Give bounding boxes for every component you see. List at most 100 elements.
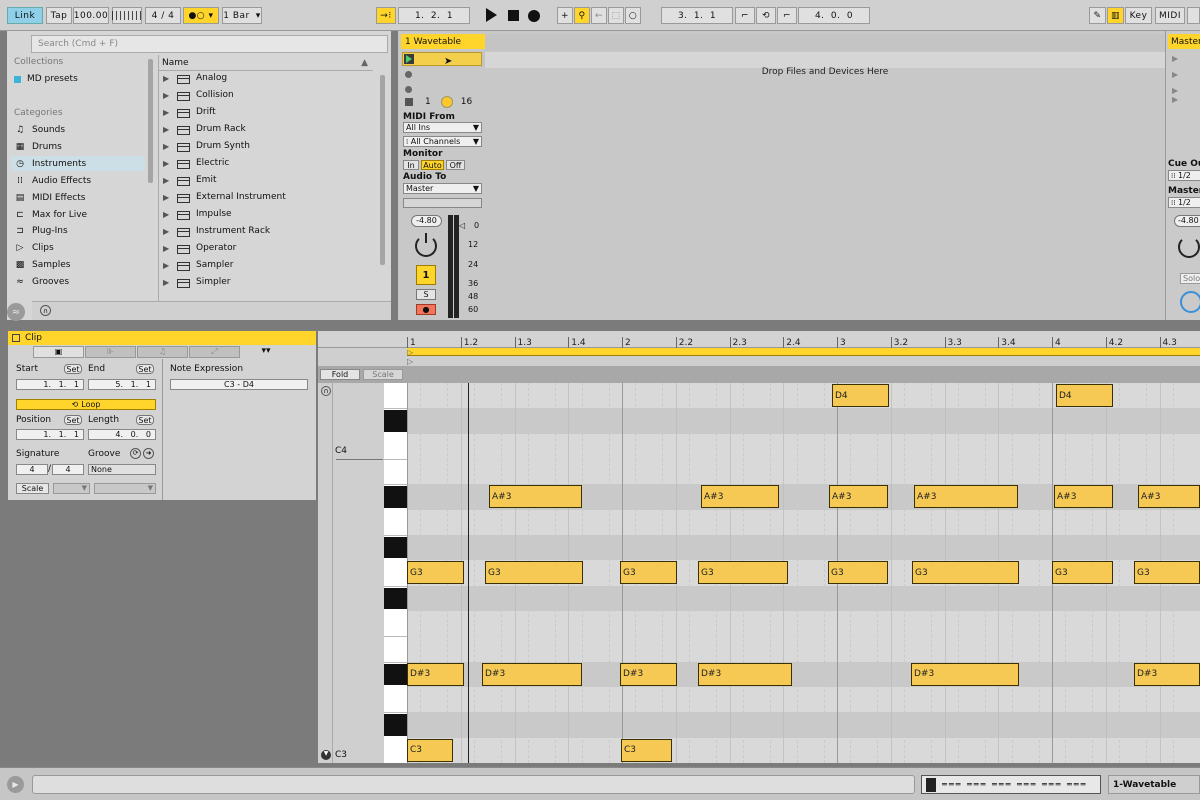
midi-note[interactable]: G3 <box>698 561 788 585</box>
monitor-auto-button[interactable]: Auto <box>421 160 444 170</box>
link-button[interactable]: Link <box>7 7 43 24</box>
start-field[interactable]: 1. 1. 1 <box>16 379 84 390</box>
record-arm-icon[interactable]: ● <box>416 304 436 315</box>
category-max-for-live[interactable]: ⊏ Max for Live <box>14 210 87 220</box>
midi-note[interactable]: A#3 <box>701 485 779 509</box>
solo-button[interactable]: S <box>416 289 436 300</box>
position-set-button[interactable]: Set <box>64 415 82 425</box>
length-set-button[interactable]: Set <box>136 415 154 425</box>
category-grooves[interactable]: ≈ Grooves <box>14 277 69 287</box>
black-key[interactable] <box>384 714 407 736</box>
black-key[interactable] <box>384 410 407 432</box>
detail-toggle-icon[interactable]: ▶ <box>7 776 24 793</box>
groove-select[interactable]: None <box>88 464 156 475</box>
volume-field[interactable]: -4.80 <box>411 215 442 227</box>
midi-note[interactable]: D#3 <box>1134 662 1200 686</box>
follow-icon[interactable]: →⁝ <box>376 7 396 24</box>
clip-slot-record-icon[interactable] <box>405 71 412 78</box>
category-plug-ins[interactable]: ⊐ Plug-Ins <box>14 226 67 236</box>
scale-toggle[interactable]: Scale <box>16 483 49 494</box>
midi-note[interactable]: A#3 <box>489 485 582 509</box>
signature-numerator[interactable]: 4 <box>16 464 48 475</box>
master-title[interactable]: Master <box>1168 34 1200 49</box>
list-item[interactable]: ▶ External Instrument <box>163 192 286 203</box>
cue-volume-knob-icon[interactable] <box>1180 291 1200 313</box>
length-field[interactable]: 4. 0. 0 <box>88 429 156 440</box>
clip-slot-record-icon[interactable] <box>405 86 412 93</box>
midi-note[interactable]: D4 <box>832 384 889 407</box>
category-midi-effects[interactable]: ▤ MIDI Effects <box>14 193 86 203</box>
end-set-button[interactable]: Set <box>136 364 154 374</box>
note-range-field[interactable]: C3 - D4 <box>170 379 308 390</box>
draw-mode-icon[interactable]: ✎ <box>1089 7 1106 24</box>
signature-denominator[interactable]: 4 <box>52 464 84 475</box>
scene-launch-icon[interactable]: ▶ <box>1172 70 1178 79</box>
list-item[interactable]: ▶ Emit <box>163 175 216 186</box>
midi-note[interactable]: D#3 <box>620 662 677 686</box>
session-record-icon[interactable]: ○ <box>625 7 641 24</box>
list-item[interactable]: ▶ Drum Synth <box>163 141 250 152</box>
sub-routing-select[interactable] <box>403 198 482 208</box>
selected-track-label[interactable]: 1-Wavetable <box>1108 775 1200 794</box>
list-item[interactable]: ▶ Impulse <box>163 209 232 220</box>
cue-out-select[interactable]: ⁞⁞ 1/2 <box>1168 170 1200 181</box>
midi-note[interactable]: G3 <box>1134 561 1200 585</box>
loop-button[interactable]: ⟲ Loop <box>16 399 156 410</box>
list-scrollbar[interactable] <box>380 75 385 265</box>
category-audio-effects[interactable]: ⁞⁞ Audio Effects <box>14 176 91 186</box>
master-out-select[interactable]: ⁞⁞ 1/2 <box>1168 197 1200 208</box>
scale-name-select[interactable]: ▼ <box>94 483 156 494</box>
list-item[interactable]: ▶ Collision <box>163 90 234 101</box>
loop-switch-icon[interactable]: ⟲ <box>756 7 776 24</box>
clip-slot-active[interactable] <box>402 52 482 66</box>
stop-icon[interactable] <box>508 10 519 21</box>
tab-clip-icon[interactable]: ▣ <box>33 346 84 358</box>
tab-note-icon[interactable]: ♫ <box>137 346 188 358</box>
signature-field[interactable]: 4 / 4 <box>145 7 181 24</box>
midi-note[interactable]: A#3 <box>1138 485 1200 509</box>
search-input[interactable]: Search (Cmd + F) <box>31 35 388 53</box>
start-marker-icon[interactable]: ▷ <box>407 357 413 366</box>
scene-launch-icon[interactable]: ▶ <box>1172 54 1178 63</box>
midi-note[interactable]: G3 <box>620 561 677 585</box>
punch-in-icon[interactable]: ⌐ <box>735 7 755 24</box>
master-volume-field[interactable]: -4.80 <box>1174 215 1200 227</box>
monitor-in-button[interactable]: In <box>403 160 419 170</box>
midi-note[interactable]: A#3 <box>1054 485 1113 509</box>
tempo-field[interactable]: 100.00 <box>73 7 109 24</box>
position-field[interactable]: 1. 1. 1 <box>16 429 84 440</box>
capture-icon[interactable]: ⬚ <box>608 7 624 24</box>
tab-collapse-icon[interactable]: ▾▾ <box>241 346 291 358</box>
midi-note[interactable]: A#3 <box>829 485 888 509</box>
midi-note[interactable]: G3 <box>912 561 1019 585</box>
automation-arm-icon[interactable]: ⚲ <box>574 7 590 24</box>
punch-out-icon[interactable]: ⌐ <box>777 7 797 24</box>
scroll-down-icon[interactable]: ▼ <box>321 750 331 760</box>
track-title[interactable]: 1 Wavetable <box>401 34 485 49</box>
list-item[interactable]: ▶ Drift <box>163 107 216 118</box>
scale-button[interactable]: Scale <box>363 369 403 380</box>
pitch-knob-icon[interactable] <box>440 96 453 108</box>
midi-note[interactable]: G3 <box>1052 561 1113 585</box>
category-clips[interactable]: ▷ Clips <box>14 243 54 253</box>
monitor-off-button[interactable]: Off <box>446 160 465 170</box>
track-activator-button[interactable]: 1 <box>416 265 436 285</box>
song-position[interactable]: 1. 2. 1 <box>398 7 470 24</box>
clip-title-bar[interactable]: Clip <box>8 331 316 345</box>
sidebar-scrollbar[interactable] <box>148 59 153 183</box>
loop-brace[interactable] <box>407 348 1200 356</box>
midi-note[interactable]: C3 <box>407 738 453 762</box>
stop-clip-icon[interactable] <box>405 98 413 106</box>
audio-to-select[interactable]: Master ▼ <box>403 183 482 194</box>
groove-hot-swap-icon[interactable]: ⟳ <box>130 448 141 459</box>
loop-length-field[interactable]: 4. 0. 0 <box>798 7 870 24</box>
category-instruments[interactable]: ◷ Instruments <box>14 159 86 169</box>
midi-note[interactable]: G3 <box>407 561 464 585</box>
midi-note[interactable]: D#3 <box>911 662 1019 686</box>
list-item[interactable]: ▶ Simpler <box>163 277 230 288</box>
volume-slider-icon[interactable]: ◁ <box>459 221 465 230</box>
list-item[interactable]: ▶ Drum Rack <box>163 124 246 135</box>
master-pan-knob-icon[interactable] <box>1178 236 1200 258</box>
fold-button[interactable]: Fold <box>320 369 360 380</box>
midi-note[interactable]: D#3 <box>407 662 464 686</box>
